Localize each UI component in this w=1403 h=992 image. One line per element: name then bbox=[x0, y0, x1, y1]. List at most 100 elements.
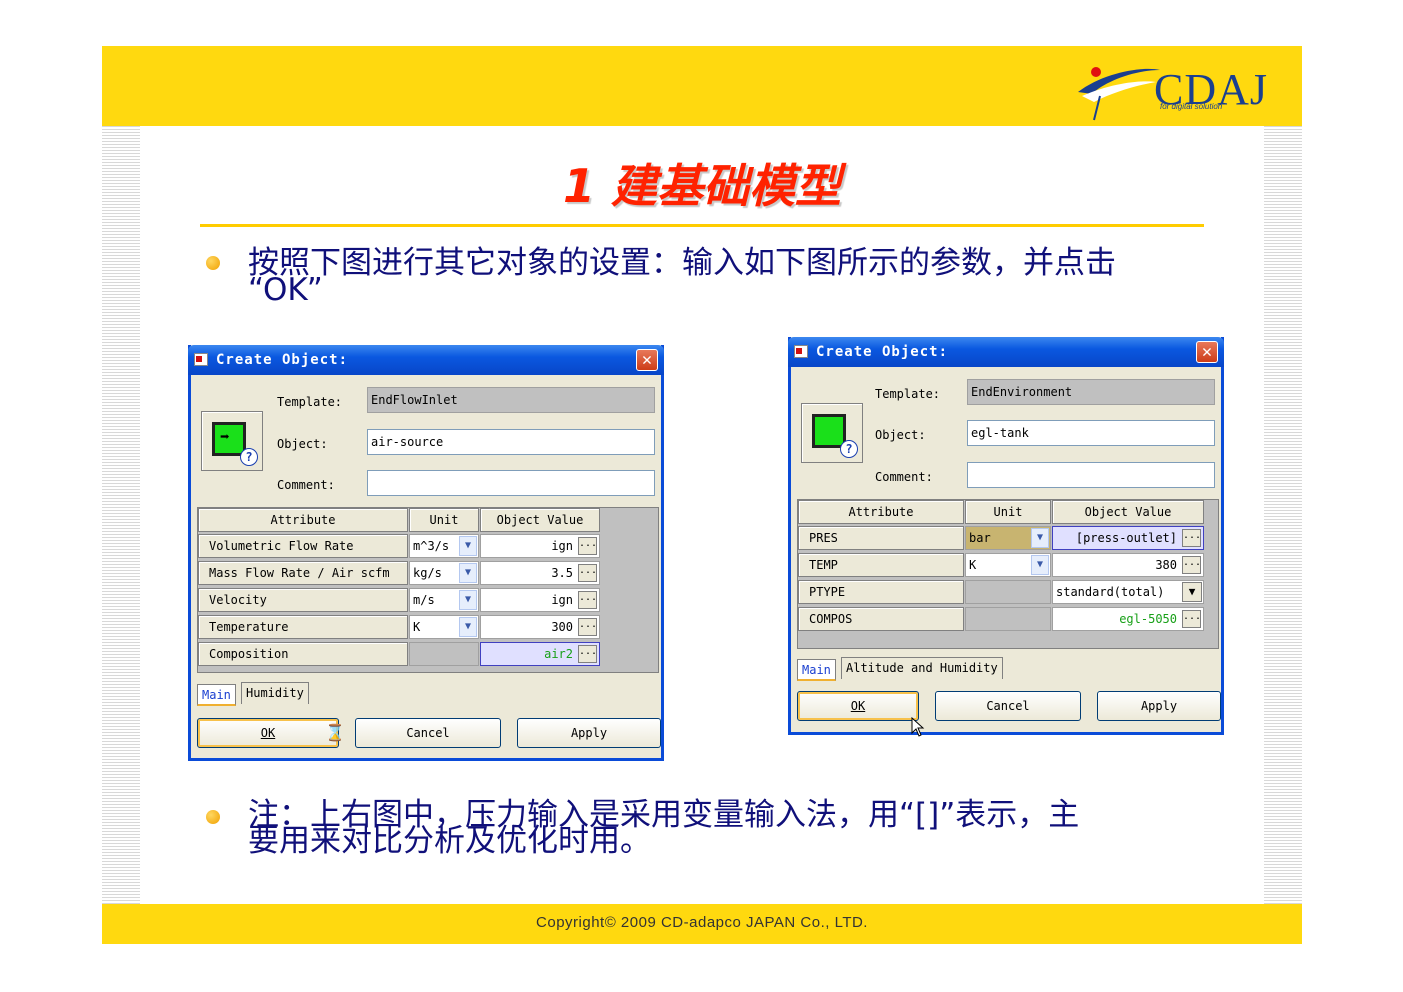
unit-select[interactable]: kg/s ▼ bbox=[409, 561, 479, 585]
dialog-title: Create Object: bbox=[816, 344, 949, 360]
copyright-text: Copyright© 2009 CD-adapco JAPAN Co., LTD… bbox=[536, 914, 868, 931]
slide: CDAJ for digital solution 1 建基础模型 按照下图进行… bbox=[102, 46, 1302, 944]
unit-select[interactable]: K ▼ bbox=[409, 615, 479, 639]
help-icon: ? bbox=[840, 440, 858, 458]
close-icon[interactable]: ✕ bbox=[636, 349, 658, 371]
ellipsis-button[interactable]: ... bbox=[578, 618, 597, 636]
footer-bar: Copyright© 2009 CD-adapco JAPAN Co., LTD… bbox=[102, 904, 1302, 944]
ellipsis-button[interactable]: ... bbox=[578, 591, 597, 609]
object-value-text: 300 bbox=[551, 620, 573, 634]
dialog-title-bar[interactable]: Create Object: ✕ bbox=[188, 345, 664, 375]
end-environment-icon[interactable]: ? bbox=[801, 403, 863, 463]
bullet-1-line-2: “OK” bbox=[248, 272, 323, 308]
chevron-down-icon[interactable]: ▼ bbox=[1031, 555, 1049, 575]
chevron-down-icon[interactable]: ▼ bbox=[459, 590, 477, 610]
object-name-input[interactable]: egl-tank bbox=[967, 420, 1215, 446]
object-value-input[interactable]: 380... bbox=[1052, 553, 1204, 577]
unit-select[interactable]: m/s ▼ bbox=[409, 588, 479, 612]
apply-button[interactable]: Apply bbox=[517, 718, 661, 748]
ok-button-label: OK bbox=[850, 699, 866, 713]
apply-button-label: Apply bbox=[570, 726, 608, 740]
unit-value: K bbox=[413, 620, 421, 634]
comment-input[interactable] bbox=[967, 462, 1215, 488]
unit-value: K bbox=[969, 558, 977, 572]
comment-label: Comment: bbox=[277, 478, 335, 492]
unit-value: kg/s bbox=[413, 566, 442, 580]
tab-altitude-and-humidity[interactable]: Altitude and Humidity bbox=[841, 657, 1003, 679]
bullet-icon bbox=[206, 256, 220, 270]
object-value-input[interactable]: ign... bbox=[480, 588, 600, 612]
unit-cell-disabled bbox=[965, 607, 1051, 631]
cancel-button-label: Cancel bbox=[406, 726, 450, 740]
object-name-input[interactable]: air-source bbox=[367, 429, 655, 455]
triangle-down-icon[interactable]: ▼ bbox=[1182, 582, 1202, 602]
attribute-row-label: Volumetric Flow Rate bbox=[198, 534, 408, 558]
window-icon bbox=[194, 353, 208, 366]
chevron-down-icon[interactable]: ▼ bbox=[1031, 528, 1049, 548]
unit-value: bar bbox=[969, 531, 991, 545]
attribute-row-label: Temperature bbox=[198, 615, 408, 639]
object-label: Object: bbox=[875, 428, 926, 442]
tab-main[interactable]: Main bbox=[197, 684, 236, 706]
object-label: Object: bbox=[277, 437, 328, 451]
ok-button[interactable]: OK bbox=[197, 718, 339, 748]
object-value-text: 380 bbox=[1155, 558, 1177, 572]
object-value-text: standard(total) bbox=[1056, 585, 1165, 599]
cancel-button-label: Cancel bbox=[986, 699, 1030, 713]
object-value-text: ign bbox=[551, 539, 573, 553]
slide-title: 1 建基础模型 bbox=[562, 159, 842, 213]
close-icon[interactable]: ✕ bbox=[1196, 341, 1218, 363]
ok-button-label: OK bbox=[260, 726, 276, 740]
attribute-row-label: Composition bbox=[198, 642, 408, 666]
object-value-input[interactable]: 300... bbox=[480, 615, 600, 639]
right-stripe bbox=[1264, 126, 1302, 904]
column-header-attribute: Attribute bbox=[798, 500, 964, 524]
object-value-input[interactable]: ign... bbox=[480, 534, 600, 558]
ellipsis-button[interactable]: ... bbox=[1182, 556, 1201, 574]
ellipsis-button[interactable]: ... bbox=[1182, 529, 1201, 547]
comment-input[interactable] bbox=[367, 470, 655, 496]
tab-main[interactable]: Main bbox=[797, 659, 836, 681]
chevron-down-icon[interactable]: ▼ bbox=[459, 617, 477, 637]
mouse-pointer-icon bbox=[911, 717, 925, 737]
template-label: Template: bbox=[875, 387, 941, 401]
attribute-row-label: TEMP bbox=[798, 553, 964, 577]
ellipsis-button[interactable]: ... bbox=[578, 537, 597, 555]
ellipsis-button[interactable]: ... bbox=[578, 564, 597, 582]
object-value-text: air2 bbox=[544, 647, 573, 661]
cancel-button[interactable]: Cancel bbox=[935, 691, 1081, 721]
cancel-button[interactable]: Cancel bbox=[355, 718, 501, 748]
template-field: EndEnvironment bbox=[967, 379, 1215, 405]
unit-select[interactable]: m^3/s ▼ bbox=[409, 534, 479, 558]
bullet-1-line-1: 按照下图进行其它对象的设置：输入如下图所示的参数，并点击 bbox=[248, 245, 1116, 281]
create-object-dialog-right: Create Object: ✕ ? Template: EndEnvironm… bbox=[788, 337, 1224, 737]
unit-select[interactable]: K ▼ bbox=[965, 553, 1051, 577]
dialog-title-bar[interactable]: Create Object: ✕ bbox=[788, 337, 1224, 367]
column-header-object-value: Object Value bbox=[1052, 500, 1204, 524]
chevron-down-icon[interactable]: ▼ bbox=[459, 536, 477, 556]
object-value-input[interactable]: egl-5050... bbox=[1052, 607, 1204, 631]
ellipsis-button[interactable]: ... bbox=[1182, 610, 1201, 628]
dialog-title: Create Object: bbox=[216, 352, 349, 368]
ptype-select[interactable]: standard(total) ▼ bbox=[1052, 580, 1204, 604]
apply-button[interactable]: Apply bbox=[1097, 691, 1221, 721]
object-value-input[interactable]: [press-outlet]... bbox=[1052, 526, 1204, 550]
ok-button[interactable]: OK bbox=[797, 691, 919, 721]
comment-label: Comment: bbox=[875, 470, 933, 484]
object-value-input[interactable]: 3.5... bbox=[480, 561, 600, 585]
bullet-text-1: 按照下图进行其它对象的设置：输入如下图所示的参数，并点击 “OK” bbox=[248, 245, 1208, 308]
column-header-unit: Unit bbox=[965, 500, 1051, 524]
unit-select[interactable]: bar ▼ bbox=[965, 526, 1051, 550]
object-value-text: [press-outlet] bbox=[1075, 531, 1177, 545]
column-header-object-value: Object Value bbox=[480, 508, 600, 532]
end-flow-inlet-icon[interactable]: ➡ ? bbox=[201, 411, 263, 471]
unit-value: m/s bbox=[413, 593, 435, 607]
left-stripe bbox=[102, 126, 140, 904]
tab-humidity[interactable]: Humidity bbox=[241, 682, 309, 704]
create-object-dialog-left: Create Object: ✕ ➡ ? Template: EndFlowIn… bbox=[188, 345, 664, 761]
ellipsis-button[interactable]: ... bbox=[578, 645, 597, 663]
bullet-icon bbox=[206, 810, 220, 824]
attribute-row-label: COMPOS bbox=[798, 607, 964, 631]
chevron-down-icon[interactable]: ▼ bbox=[459, 563, 477, 583]
object-value-input[interactable]: air2... bbox=[480, 642, 600, 666]
